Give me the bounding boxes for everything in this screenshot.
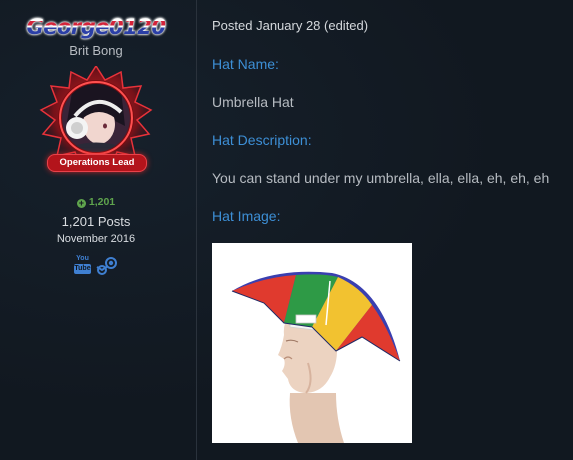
author-title: Brit Bong [69, 43, 123, 58]
hat-name-heading: Hat Name: [212, 56, 279, 72]
reputation-count[interactable]: +1,201 [0, 196, 192, 208]
post-date[interactable]: Posted January 28 (edited) [212, 18, 368, 33]
youtube-icon-bottom: Tube [74, 264, 91, 274]
plus-circle-icon: + [76, 198, 86, 208]
hat-description: You can stand under my umbrella, ella, e… [212, 170, 550, 186]
umbrella-hat-illustration [231, 271, 401, 443]
youtube-icon-top: You [76, 255, 89, 262]
hat-image-heading: Hat Image: [212, 208, 281, 224]
hat-name: Umbrella Hat [212, 94, 294, 110]
rank-badge: Operations Lead [47, 154, 147, 172]
forum-post: George0120 Brit Bong Operations Lead + 1… [0, 0, 573, 460]
panel-divider [196, 0, 197, 460]
post-count: 1,201 Posts [61, 214, 131, 229]
join-date: November 2016 [56, 233, 136, 245]
hat-image[interactable] [212, 243, 412, 443]
author-panel: George0120 Brit Bong Operations Lead + 1… [0, 0, 196, 460]
steam-icon[interactable] [96, 256, 118, 276]
reputation-value: 1,201 [88, 196, 116, 208]
hat-description-heading: Hat Description: [212, 132, 312, 148]
author-username[interactable]: George0120 [0, 13, 192, 41]
author-avatar[interactable]: Operations Lead [33, 66, 159, 178]
youtube-icon[interactable]: You Tube [74, 255, 91, 276]
